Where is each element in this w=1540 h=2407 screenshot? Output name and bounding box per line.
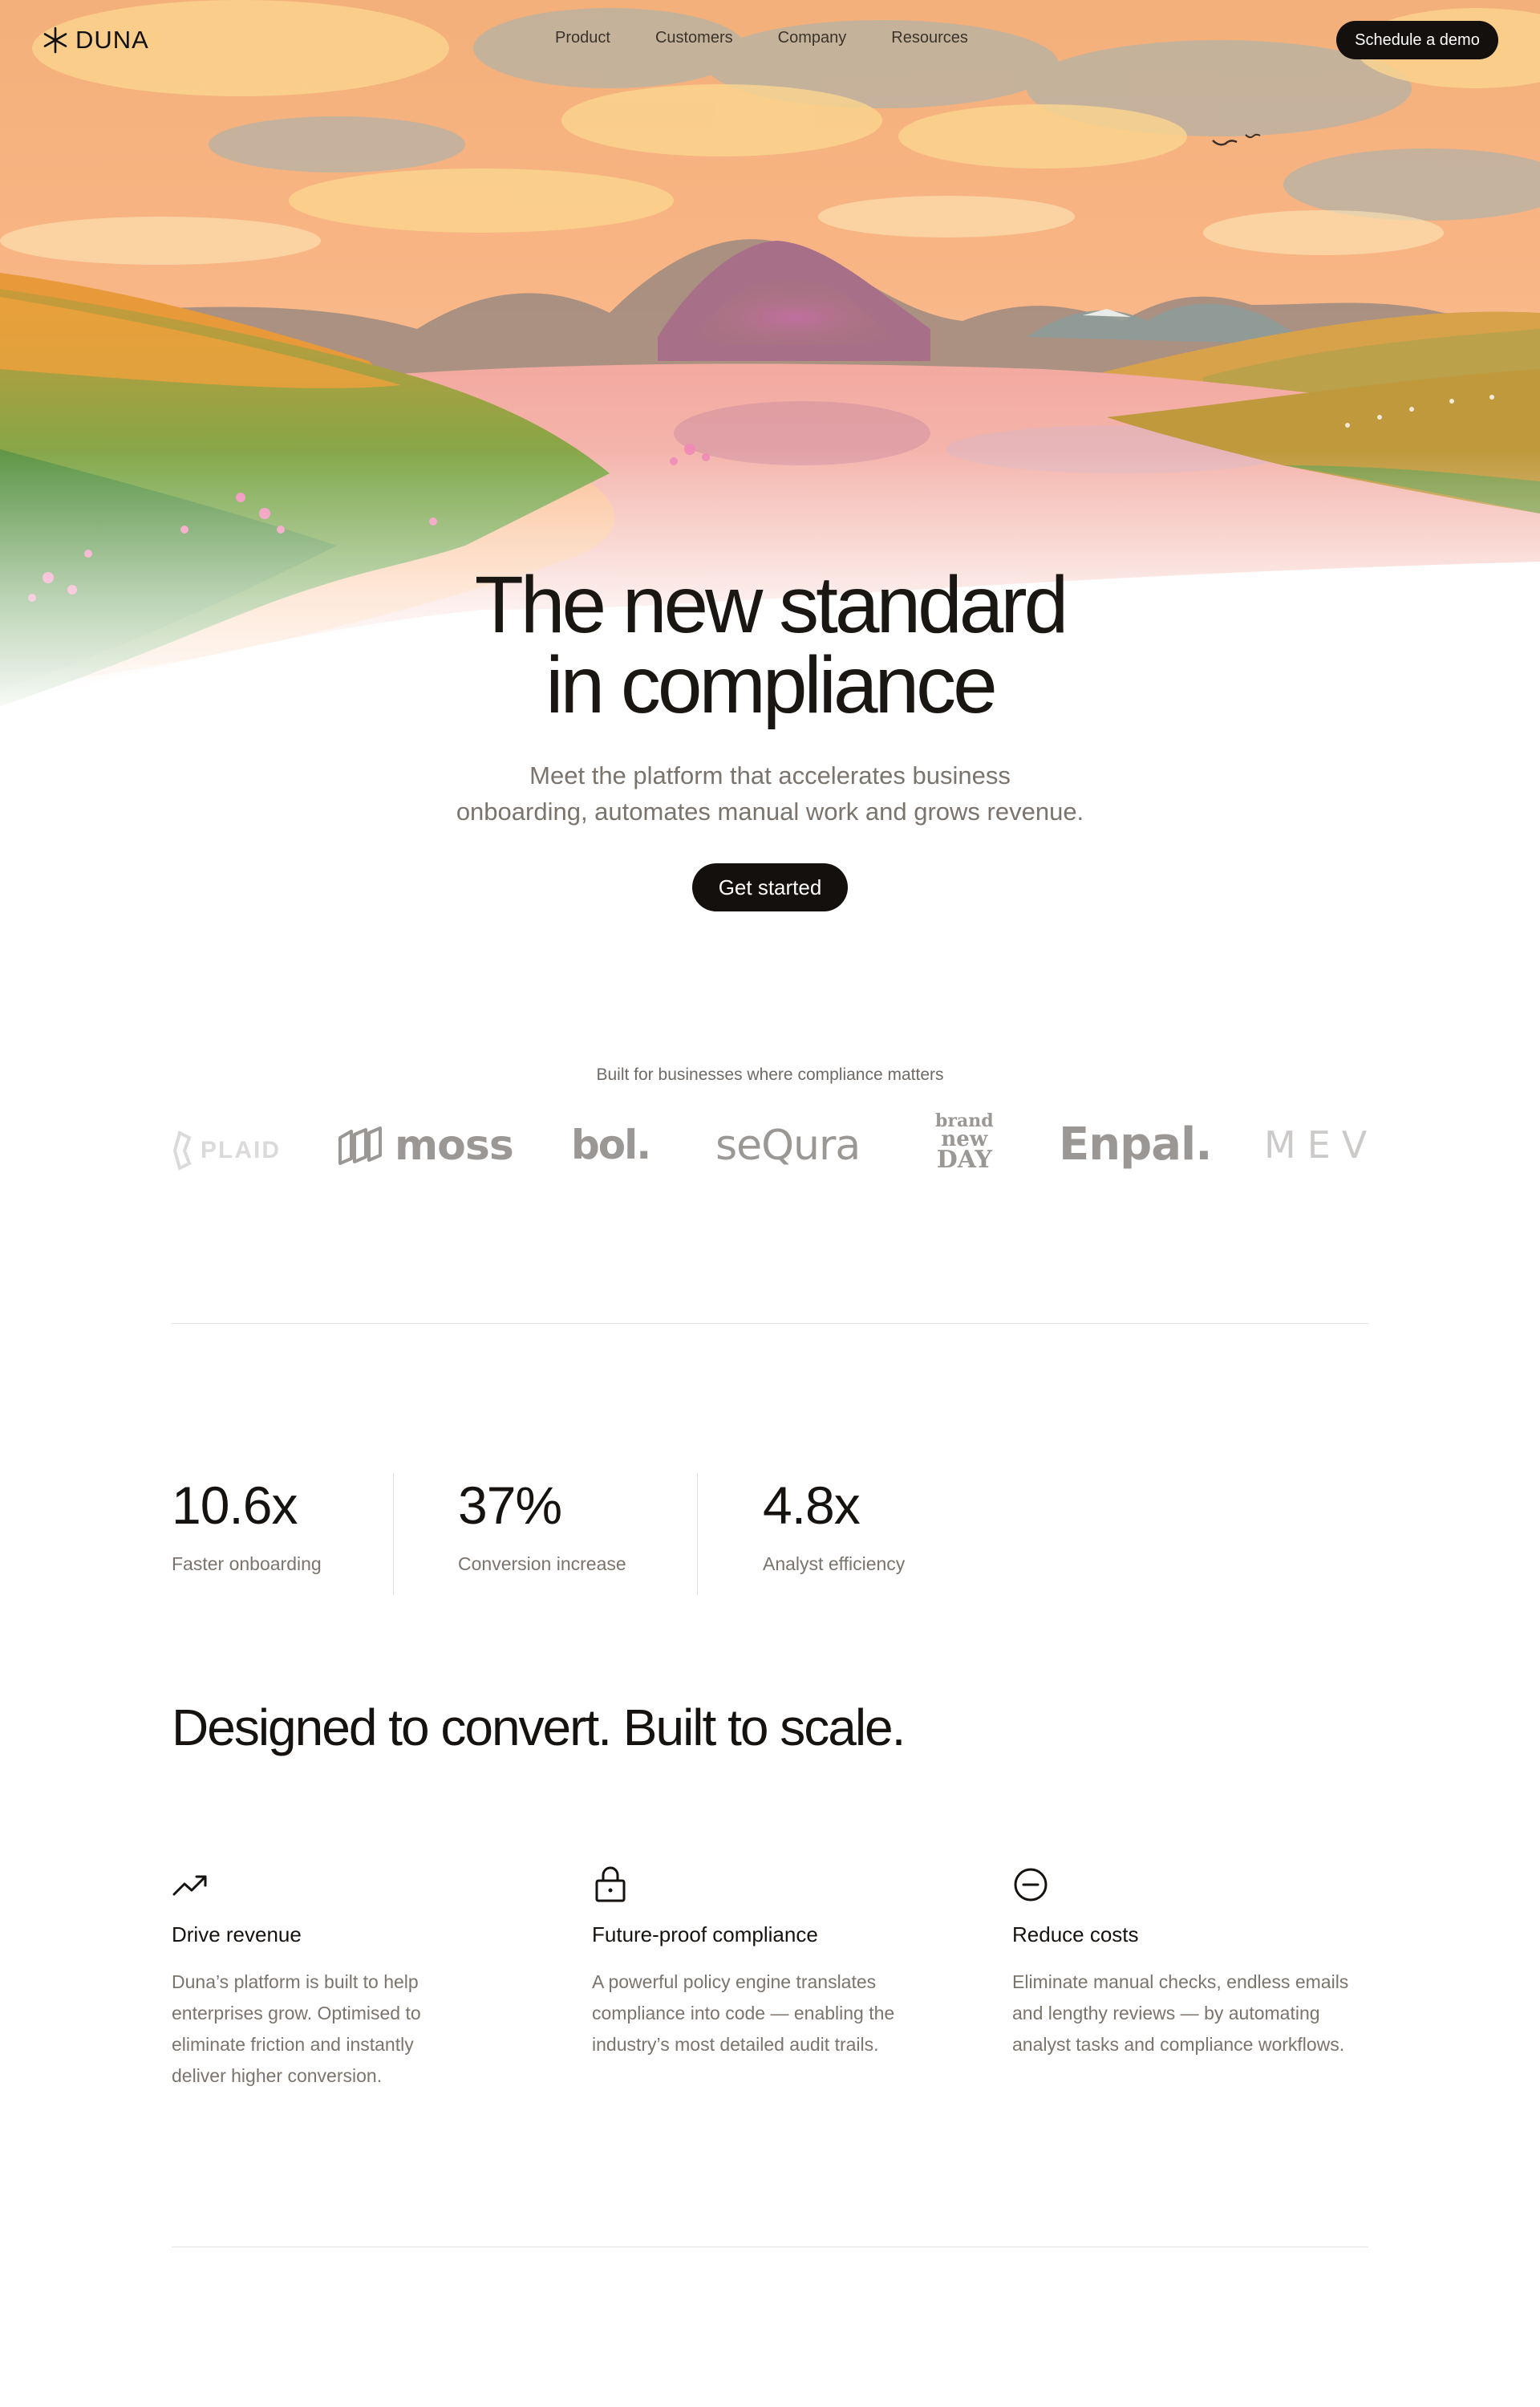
brand-new-day-logo: brand new DAY — [935, 1112, 994, 1174]
plaid-wordmark: PLAID — [201, 1137, 281, 1163]
top-nav: DUNA Product Customers Company Resources… — [0, 0, 1540, 80]
hero-subtitle: Meet the platform that accelerates busin… — [0, 757, 1540, 830]
stat-value: 4.8x — [763, 1475, 861, 1535]
enpal-logo: Enpal. — [1059, 1118, 1212, 1171]
stat-separator — [697, 1473, 698, 1595]
duna-logo[interactable]: DUNA — [42, 24, 149, 56]
hero-subtitle-line-2: onboarding, automates manual work and gr… — [456, 798, 1084, 826]
schedule-demo-button[interactable]: Schedule a demo — [1336, 21, 1498, 59]
feature-compliance: Future-proof compliance A powerful polic… — [592, 1866, 961, 2060]
feature-title: Drive revenue — [172, 1922, 302, 1946]
nav-links: Product Customers Company Resources — [555, 29, 968, 47]
feature-title: Future-proof compliance — [592, 1922, 818, 1946]
bol-logo: bol. — [571, 1122, 651, 1168]
logos-caption: Built for businesses where compliance ma… — [596, 1065, 944, 1084]
logo-wordmark: DUNA — [75, 26, 149, 54]
hero-title-line-1: The new standard — [474, 560, 1069, 650]
mev-logo: MEV — [1264, 1123, 1379, 1167]
customer-logo-strip: PLAID moss bol. seQura brand new DAY Enp… — [172, 1112, 1368, 1184]
stat-value: 37% — [458, 1475, 562, 1535]
feature-drive-revenue: Drive revenue Duna’s platform is built t… — [172, 1866, 541, 2092]
sequra-logo: seQura — [715, 1122, 861, 1170]
stat-analyst: 4.8x Analyst efficiency — [763, 1473, 905, 1575]
plaid-logo: PLAID — [172, 1130, 281, 1171]
stat-onboarding: 10.6x Faster onboarding — [172, 1473, 322, 1575]
stat-label: Conversion increase — [458, 1553, 626, 1574]
trending-up-icon — [172, 1875, 207, 1896]
nav-link-company[interactable]: Company — [778, 29, 847, 47]
feature-title: Reduce costs — [1012, 1922, 1139, 1946]
asterisk-logo-icon — [43, 26, 67, 54]
stat-conversion: 37% Conversion increase — [458, 1473, 626, 1575]
stat-value: 10.6x — [172, 1475, 298, 1535]
moss-mark-icon — [338, 1126, 382, 1165]
hero-title-line-2: in compliance — [545, 640, 997, 730]
moss-wordmark: moss — [395, 1122, 514, 1170]
stat-label: Faster onboarding — [172, 1553, 322, 1574]
stat-label: Analyst efficiency — [763, 1553, 906, 1574]
feature-text: Duna’s platform is built to help enterpr… — [172, 1971, 421, 2086]
nav-link-customers[interactable]: Customers — [655, 29, 733, 47]
plaid-mark-icon — [172, 1130, 192, 1171]
nav-link-product[interactable]: Product — [555, 29, 610, 47]
get-started-button[interactable]: Get started — [692, 863, 848, 911]
lock-icon — [595, 1866, 626, 1902]
feature-reduce-costs: Reduce costs Eliminate manual checks, en… — [1012, 1866, 1381, 2060]
stat-separator — [393, 1473, 394, 1595]
section-divider — [172, 1323, 1368, 1324]
moss-logo: moss — [337, 1122, 514, 1170]
features-heading: Designed to convert. Built to scale. — [172, 1699, 906, 1756]
feature-text: Eliminate manual checks, endless emails … — [1012, 1971, 1349, 2055]
hero-subtitle-line-1: Meet the platform that accelerates busin… — [529, 761, 1011, 789]
feature-text: A powerful policy engine translates comp… — [592, 1971, 895, 2055]
hero-title: The new standard in compliance — [0, 565, 1540, 725]
minus-circle-icon — [1014, 1868, 1048, 1902]
bnd-line-3: DAY — [936, 1146, 992, 1174]
nav-link-resources[interactable]: Resources — [891, 29, 968, 47]
